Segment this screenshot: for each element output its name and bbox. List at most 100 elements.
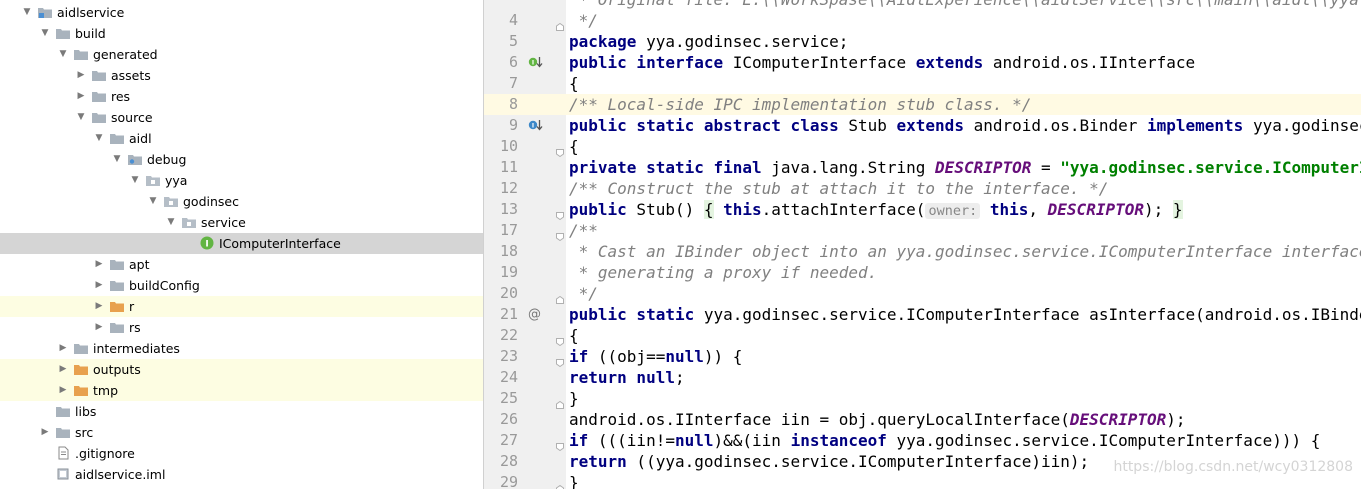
code-line[interactable]: 13 public Stub() { this.attachInterface(o… [484,199,1361,221]
tree-item[interactable]: ▶ buildConfig [0,275,483,296]
tree-item[interactable]: ▼ aidl [0,128,483,149]
code-line[interactable]: 22 { [484,325,1361,347]
project-tree[interactable]: ▼ aidlservice ▼ build ▼ generated ▶ assets ▶ res ▼… [0,0,484,489]
folder-icon [110,322,124,333]
package-icon [182,217,196,228]
tree-item[interactable]: ▼ debug [0,149,483,170]
line-number: 21 [499,305,518,323]
fold-marker-icon[interactable] [556,205,564,221]
code-line[interactable]: 17 /** [484,220,1361,242]
code-line[interactable]: * Original file: E:\\WorkSpase\\AidlExpe… [484,0,1361,10]
fold-marker-icon[interactable] [556,226,564,242]
code-line[interactable]: 12 /** Construct the stub at attach it to… [484,178,1361,199]
code-text: * generating a proxy if needed. [569,262,878,283]
code-line[interactable]: 9 Ipublic static abstract class Stub exte… [484,115,1361,136]
code-token: DESCRIPTOR [1047,200,1144,219]
tree-item[interactable]: ▼ generated [0,44,483,65]
code-line[interactable]: 11 private static final java.lang.String … [484,157,1361,178]
collapse-arrow-icon[interactable]: ▶ [58,380,68,401]
code-token: public interface [569,53,724,72]
annotation-gutter-icon[interactable]: @ [528,307,544,322]
code-text: if ((obj==null)) { [569,346,742,367]
folder-icon [92,91,106,102]
collapse-arrow-icon[interactable]: ▶ [58,338,68,359]
line-number: 29 [499,473,518,489]
code-token: null [674,431,714,450]
tree-item[interactable]: ▶ assets [0,65,483,86]
code-line[interactable]: 6 Ipublic interface IComputerInterface ex… [484,52,1361,73]
code-editor[interactable]: * Original file: E:\\WorkSpase\\AidlExpe… [484,0,1361,489]
fold-marker-icon[interactable] [556,478,564,489]
code-line[interactable]: 18 * Cast an IBinder object into an yya.… [484,241,1361,262]
implemented-gutter-icon[interactable]: I [528,55,544,70]
expand-arrow-icon[interactable]: ▼ [94,128,104,149]
code-line[interactable]: 10 { [484,136,1361,158]
svg-text:I: I [205,240,208,250]
code-line[interactable]: 5 package yya.godinsec.service; [484,31,1361,52]
tree-item[interactable]: ▼ source [0,107,483,128]
line-number: 7 [508,74,518,92]
tree-item[interactable]: .gitignore [0,443,483,464]
collapse-arrow-icon[interactable]: ▶ [40,422,50,443]
fold-marker-icon[interactable] [556,142,564,158]
tree-item[interactable]: I IComputerInterface [0,233,483,254]
code-line[interactable]: 8 /** Local-side IPC implementation stub … [484,94,1361,115]
code-token: public static [569,305,695,324]
tree-item[interactable]: ▼ aidlservice [0,2,483,23]
tree-item[interactable]: aidlservice.iml [0,464,483,485]
collapse-arrow-icon[interactable]: ▶ [94,254,104,275]
expand-arrow-icon[interactable]: ▼ [76,107,86,128]
tree-item[interactable]: libs [0,401,483,422]
tree-item[interactable]: ▶ src [0,422,483,443]
tree-item[interactable]: ▶ rs [0,317,483,338]
tree-item[interactable]: ▼ yya [0,170,483,191]
line-number: 24 [499,368,518,386]
code-token: { [569,74,579,93]
code-line[interactable]: 4 */ [484,10,1361,31]
overridden-gutter-icon[interactable]: I [528,118,544,133]
code-line[interactable]: 20 */ [484,283,1361,304]
collapse-arrow-icon[interactable]: ▶ [76,86,86,107]
code-line[interactable]: 19 * generating a proxy if needed. [484,262,1361,283]
collapse-arrow-icon[interactable]: ▶ [58,359,68,380]
collapse-arrow-icon[interactable]: ▶ [76,65,86,86]
tree-item[interactable]: ▶ outputs [0,359,483,380]
expand-arrow-icon[interactable]: ▼ [148,191,158,212]
expand-arrow-icon[interactable]: ▼ [40,23,50,44]
tree-item[interactable]: ▼ godinsec [0,191,483,212]
code-line[interactable]: 23 if ((obj==null)) { [484,346,1361,368]
collapse-arrow-icon[interactable]: ▶ [94,317,104,338]
code-line[interactable]: 27 if (((iin!=null)&&(iin instanceof yya.… [484,430,1361,452]
folder-orange-icon [110,301,124,312]
svg-text:I: I [532,123,534,130]
code-line[interactable]: 24 return null; [484,367,1361,388]
expand-arrow-icon[interactable]: ▼ [166,212,176,233]
code-token: /** [569,221,598,240]
code-line[interactable]: 21 @ public static yya.godinsec.service.IC… [484,304,1361,325]
collapse-arrow-icon[interactable]: ▶ [94,296,104,317]
fold-marker-icon[interactable] [556,436,564,452]
code-line[interactable]: 7{ [484,73,1361,94]
fold-marker-icon[interactable] [556,16,564,31]
code-token: /** Construct the stub at attach it to t… [569,179,1109,198]
code-token: java.lang.String [761,158,936,177]
code-text: if (((iin!=null)&&(iin instanceof yya.go… [569,430,1320,451]
expand-arrow-icon[interactable]: ▼ [58,44,68,65]
expand-arrow-icon[interactable]: ▼ [22,2,32,23]
tree-item[interactable]: ▶ res [0,86,483,107]
tree-item[interactable]: ▶ intermediates [0,338,483,359]
tree-item[interactable]: ▶ r [0,296,483,317]
expand-arrow-icon[interactable]: ▼ [112,149,122,170]
tree-item[interactable]: ▶ tmp [0,380,483,401]
fold-marker-icon[interactable] [556,352,564,368]
tree-item[interactable]: ▼ build [0,23,483,44]
code-line[interactable]: 25} [484,388,1361,409]
expand-arrow-icon[interactable]: ▼ [130,170,140,191]
tree-item[interactable]: ▼ service [0,212,483,233]
tree-item[interactable]: ▶ apt [0,254,483,275]
collapse-arrow-icon[interactable]: ▶ [94,275,104,296]
fold-marker-icon[interactable] [556,289,564,304]
code-line[interactable]: 26 android.os.IInterface iin = obj.queryL… [484,409,1361,430]
fold-marker-icon[interactable] [556,331,564,347]
fold-marker-icon[interactable] [556,394,564,409]
